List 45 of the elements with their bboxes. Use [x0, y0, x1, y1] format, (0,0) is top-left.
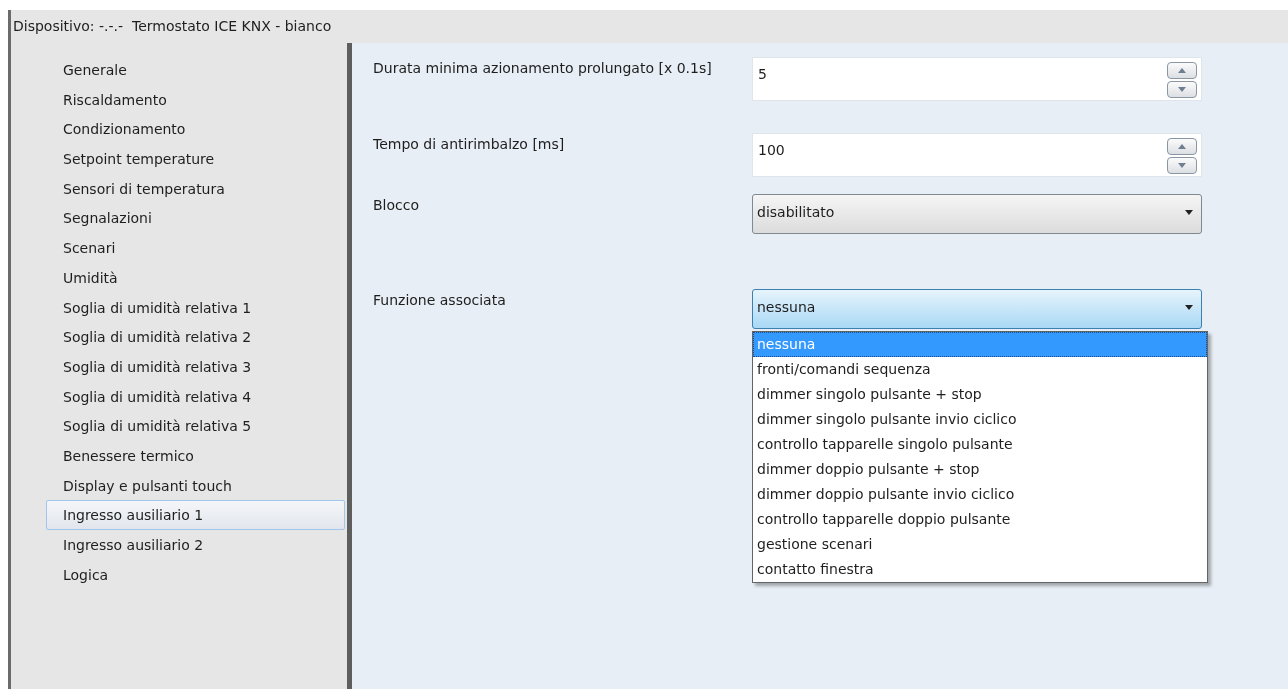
sidebar-item[interactable]: Umidità	[46, 262, 345, 293]
dropdown-option[interactable]: dimmer singolo pulsante + stop	[753, 382, 1207, 407]
caret-icon	[1185, 209, 1193, 215]
dropdown-option[interactable]: dimmer singolo pulsante invio ciclico	[753, 407, 1207, 432]
down-arrow-icon	[1178, 163, 1186, 168]
parameter-label: Durata minima azionamento prolungato [x 0.1s]	[373, 59, 713, 78]
dropdown-option[interactable]: controllo tapparelle singolo pulsante	[753, 432, 1207, 457]
up-arrow-icon	[1178, 144, 1186, 149]
sidebar-item[interactable]: Ingresso ausiliario 1	[46, 500, 345, 530]
sidebar-item[interactable]: Segnalazioni	[46, 203, 345, 234]
dropdown-option[interactable]: fronti/comandi sequenza	[753, 357, 1207, 382]
sidebar-item[interactable]: Soglia di umidità relativa 2	[46, 322, 345, 352]
spin-up-button[interactable]	[1167, 62, 1197, 79]
sidebar-item[interactable]: Scenari	[46, 233, 345, 263]
dropdown-option[interactable]: dimmer doppio pulsante invio ciclico	[753, 482, 1207, 507]
caret-icon	[1185, 304, 1193, 310]
dropdown[interactable]: disabilitato	[752, 194, 1202, 234]
dropdown[interactable]: nessuna	[752, 289, 1202, 329]
down-arrow-icon	[1178, 87, 1186, 92]
up-arrow-icon	[1178, 68, 1186, 73]
sidebar-item[interactable]: Logica	[46, 559, 345, 590]
sidebar-item[interactable]: Ingresso ausiliario 2	[46, 530, 345, 560]
dropdown-option[interactable]: dimmer doppio pulsante + stop	[753, 457, 1207, 482]
sidebar-item[interactable]: Sensori di temperatura	[46, 173, 345, 204]
sidebar-item[interactable]: Setpoint temperature	[46, 144, 345, 174]
sidebar-item[interactable]: Soglia di umidità relativa 1	[46, 292, 345, 323]
parameter-label: Funzione associata	[373, 291, 507, 310]
dropdown-option[interactable]: contatto finestra	[753, 557, 1207, 582]
sidebar-item[interactable]: Generale	[46, 55, 345, 85]
spin-down-button[interactable]	[1167, 81, 1197, 98]
sidebar-item[interactable]: Display e pulsanti touch	[46, 470, 345, 501]
sidebar-item[interactable]: Condizionamento	[46, 114, 345, 145]
sidebar-item[interactable]: Riscaldamento	[46, 84, 345, 115]
parameter-label: Tempo di antirimbalzo [ms]	[373, 135, 566, 154]
dropdown-option[interactable]: controllo tapparelle doppio pulsante	[753, 507, 1207, 532]
dropdown-option[interactable]: gestione scenari	[753, 532, 1207, 557]
sidebar-item[interactable]: Benessere termico	[46, 440, 345, 471]
parameter-label: Blocco	[373, 196, 421, 215]
sidebar-item[interactable]: Soglia di umidità relativa 3	[46, 351, 345, 382]
sidebar-item[interactable]: Soglia di umidità relativa 5	[46, 411, 345, 441]
spin-up-button[interactable]	[1167, 138, 1197, 155]
sidebar-item[interactable]: Soglia di umidità relativa 4	[46, 381, 345, 412]
spin-down-button[interactable]	[1167, 157, 1197, 174]
spin-field[interactable]: 100	[752, 133, 1202, 177]
spin-field[interactable]: 5	[752, 57, 1202, 101]
